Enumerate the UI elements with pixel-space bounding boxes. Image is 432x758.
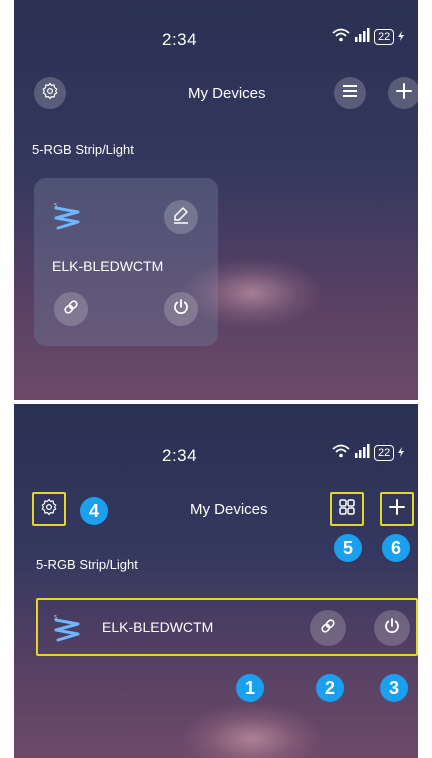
signal-icon	[354, 444, 370, 461]
svg-text:5: 5	[54, 615, 57, 621]
section-label: 5-RGB Strip/Light	[32, 142, 134, 157]
status-time: 2:34	[162, 30, 198, 49]
pencil-icon	[172, 206, 190, 229]
device-row[interactable]: 5 ELK-BLEDWCTM	[36, 598, 418, 656]
device-name: ELK-BLEDWCTM	[102, 619, 214, 635]
battery-indicator: 22	[374, 28, 395, 45]
device-card[interactable]: 5 ELK-BLEDWCTM	[34, 178, 218, 346]
settings-button[interactable]	[34, 494, 64, 524]
plus-icon	[389, 498, 405, 520]
svg-text:5: 5	[54, 203, 57, 209]
gear-icon	[40, 498, 58, 521]
link-icon	[319, 617, 337, 640]
grid-icon	[338, 498, 356, 521]
status-icons: 22	[332, 28, 405, 45]
page-title: My Devices	[190, 501, 268, 518]
section-label: 5-RGB Strip/Light	[36, 557, 138, 572]
callout-badge-1: 1	[236, 674, 264, 702]
add-device-button[interactable]	[382, 494, 412, 524]
edit-device-button[interactable]	[164, 200, 198, 234]
list-view-button[interactable]	[334, 77, 366, 109]
battery-indicator: 22	[374, 444, 395, 461]
power-button[interactable]	[164, 292, 198, 326]
connect-button[interactable]	[310, 610, 346, 646]
link-icon	[62, 298, 80, 321]
power-icon	[172, 298, 190, 321]
page-title: My Devices	[188, 85, 266, 102]
list-icon	[342, 84, 358, 103]
plus-icon	[396, 82, 412, 104]
led-strip-icon: 5	[52, 614, 82, 647]
add-device-button[interactable]	[388, 77, 418, 109]
callout-badge-3: 3	[380, 674, 408, 702]
signal-icon	[354, 28, 370, 45]
screenshot-grid-view: 2:34 22 My Devices 5-RGB Strip/Light 5 E…	[14, 0, 418, 400]
power-icon	[383, 617, 401, 640]
charging-icon	[398, 446, 405, 460]
led-strip-icon: 5	[52, 202, 82, 235]
screenshot-list-view: 2:34 22 4 My Devices 5 6 5-RGB Strip/Lig…	[14, 404, 418, 758]
wifi-icon	[332, 444, 350, 461]
grid-view-button[interactable]	[332, 494, 362, 524]
status-time: 2:34	[162, 446, 198, 465]
charging-icon	[398, 30, 405, 44]
device-name: ELK-BLEDWCTM	[52, 258, 164, 274]
gear-icon	[41, 82, 59, 105]
connect-button[interactable]	[54, 292, 88, 326]
callout-badge-2: 2	[316, 674, 344, 702]
status-icons: 22	[332, 444, 405, 461]
callout-badge-6: 6	[382, 534, 410, 562]
callout-badge-5: 5	[334, 534, 362, 562]
callout-badge-4: 4	[80, 497, 108, 525]
settings-button[interactable]	[34, 77, 66, 109]
power-button[interactable]	[374, 610, 410, 646]
wifi-icon	[332, 28, 350, 45]
